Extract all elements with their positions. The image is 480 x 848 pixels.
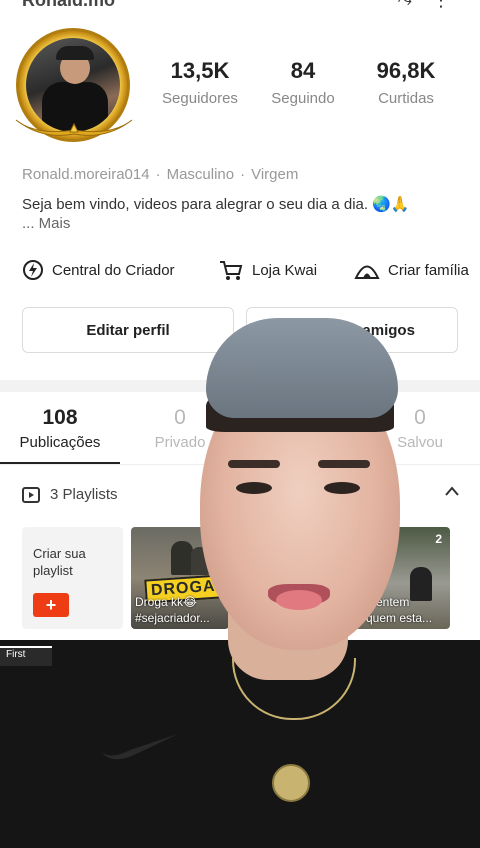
bio-text: Seja bem vindo, videos para alegrar o se… xyxy=(22,196,410,213)
share-icon[interactable]: ⤳ xyxy=(398,0,412,10)
stat-likes[interactable]: 96,8K Curtidas xyxy=(356,58,456,107)
create-playlist-label: Criar sua playlist xyxy=(33,546,86,578)
cart-icon xyxy=(220,261,243,280)
top-header: Ronald.mo ⤳ ⋮ xyxy=(0,0,480,14)
playlist-icon xyxy=(22,486,40,503)
overlay-pendant xyxy=(272,764,310,802)
gender: Masculino xyxy=(166,166,235,183)
playlist-video-count: 2 xyxy=(435,532,442,546)
overlay-strip-label: First xyxy=(6,649,26,660)
stat-followers-value: 13,5K xyxy=(170,58,230,83)
overlay-person-cap xyxy=(206,318,398,418)
tent-icon xyxy=(354,265,380,279)
overlay-strip: First xyxy=(0,646,52,666)
chevron-up-icon[interactable] xyxy=(444,484,460,501)
playlist-caption: Droga kk😂 xyxy=(135,595,198,609)
stat-followers[interactable]: 13,5K Seguidores xyxy=(150,58,250,107)
stat-following-label: Seguindo xyxy=(271,90,335,107)
creator-center-label: Central do Criador xyxy=(52,261,175,279)
bio-more-link[interactable]: ... Mais xyxy=(22,215,70,232)
username: Ronald.moreira014 xyxy=(22,166,150,183)
create-playlist-card[interactable]: Criar sua playlist + xyxy=(22,527,123,629)
active-tab-indicator xyxy=(0,462,120,464)
overlay-tongue xyxy=(276,590,322,610)
playlists-header[interactable]: 3 Playlists xyxy=(22,486,118,503)
stat-following-value: 84 xyxy=(290,58,316,83)
shop-label: Loja Kwai xyxy=(252,261,318,279)
family-link[interactable]: Criar família xyxy=(354,259,469,281)
swoosh-logo-icon xyxy=(102,734,178,760)
lightning-icon xyxy=(23,260,43,280)
header-icons[interactable]: ⤳ ⋮ xyxy=(398,0,450,11)
creator-links: Central do Criador Loja Kwai Criar famíl… xyxy=(0,255,480,285)
avatar[interactable] xyxy=(15,28,133,142)
stat-followers-label: Seguidores xyxy=(162,90,238,107)
stat-likes-value: 96,8K xyxy=(376,58,436,83)
playlist-caption-tag: quem esta... xyxy=(366,611,433,625)
overlay-brow-right xyxy=(318,460,370,468)
edit-profile-button[interactable]: Editar perfil xyxy=(22,307,234,353)
stat-following[interactable]: 84 Seguindo xyxy=(256,58,350,107)
laurel-wings-icon xyxy=(15,119,133,136)
family-label: Criar família xyxy=(388,261,469,279)
stat-likes-label: Curtidas xyxy=(378,90,434,107)
profile-meta: Ronald.moreira014 · Masculino · Virgem xyxy=(22,166,299,183)
creator-center-link[interactable]: Central do Criador xyxy=(22,259,175,281)
header-username-cut: Ronald.mo xyxy=(22,0,115,10)
shop-link[interactable]: Loja Kwai xyxy=(218,259,317,281)
tab-publications-count: 108 xyxy=(42,406,78,429)
playlist-caption-tag: #sejacriador... xyxy=(135,611,210,625)
zodiac-sign: Virgem xyxy=(251,166,299,183)
overlay-eye-right xyxy=(324,482,360,494)
tab-publications[interactable]: 108 Publicações xyxy=(0,406,120,451)
tab-publications-label: Publicações xyxy=(19,434,101,451)
overlay-eye-left xyxy=(236,482,272,494)
playlists-count-label: 3 Playlists xyxy=(50,486,118,503)
more-icon[interactable]: ⋮ xyxy=(432,0,450,10)
overlay-brow-left xyxy=(228,460,280,468)
create-playlist-button[interactable]: + xyxy=(33,593,69,617)
